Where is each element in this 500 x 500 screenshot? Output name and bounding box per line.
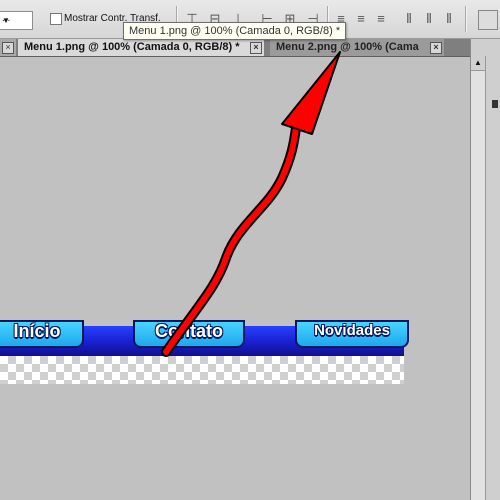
close-icon[interactable]: × (2, 42, 14, 54)
arrow-shaft-fill (163, 125, 299, 355)
auto-align-icon[interactable] (478, 10, 498, 30)
arrow-shaft (161, 123, 301, 357)
close-icon[interactable]: × (250, 42, 262, 54)
distribute-vertical-center-icon[interactable]: ≡ (352, 10, 370, 28)
scroll-up-arrow-icon[interactable]: ▲ (471, 56, 485, 71)
close-icon[interactable]: × (430, 42, 442, 54)
menu-button-inicio: Início (0, 320, 84, 348)
canvas-menu-image: Início Contato Novidades (0, 320, 409, 384)
chevron-down-icon: ▼ (2, 16, 10, 25)
distribute-right-icon[interactable]: ⦀ (440, 10, 458, 28)
tab-label: Menu 1.png @ 100% (Camada 0, RGB/8) * (24, 41, 240, 53)
vertical-scrollbar[interactable] (471, 56, 486, 500)
tab-previous-document[interactable]: × (0, 39, 16, 56)
distribute-bottom-icon[interactable]: ≡ (372, 10, 390, 28)
menu-button-novidades: Novidades (295, 320, 409, 348)
distribute-horizontal-center-icon[interactable]: ⦀ (420, 10, 438, 28)
tab-menu-1[interactable]: Menu 1.png @ 100% (Camada 0, RGB/8) * × (18, 39, 264, 56)
tab-tooltip: Menu 1.png @ 100% (Camada 0, RGB/8) * (123, 22, 347, 40)
distribute-left-icon[interactable]: ⦀ (400, 10, 418, 28)
red-arrow-annotation (161, 51, 341, 357)
tab-menu-2[interactable]: Menu 2.png @ 100% (Cama × (270, 39, 444, 56)
transparency-checkerboard (0, 356, 404, 384)
show-transform-checkbox[interactable] (50, 13, 62, 25)
tab-label: Menu 2.png @ 100% (Cama (276, 41, 419, 53)
menu-button-contato: Contato (133, 320, 245, 348)
options-dropdown[interactable]: ... ▼ (0, 11, 33, 30)
toolbar-separator (465, 6, 467, 32)
document-tab-bar: × Menu 1.png @ 100% (Camada 0, RGB/8) * … (0, 39, 470, 57)
arrowhead (281, 51, 341, 135)
panel-handle-icon[interactable] (492, 100, 498, 108)
